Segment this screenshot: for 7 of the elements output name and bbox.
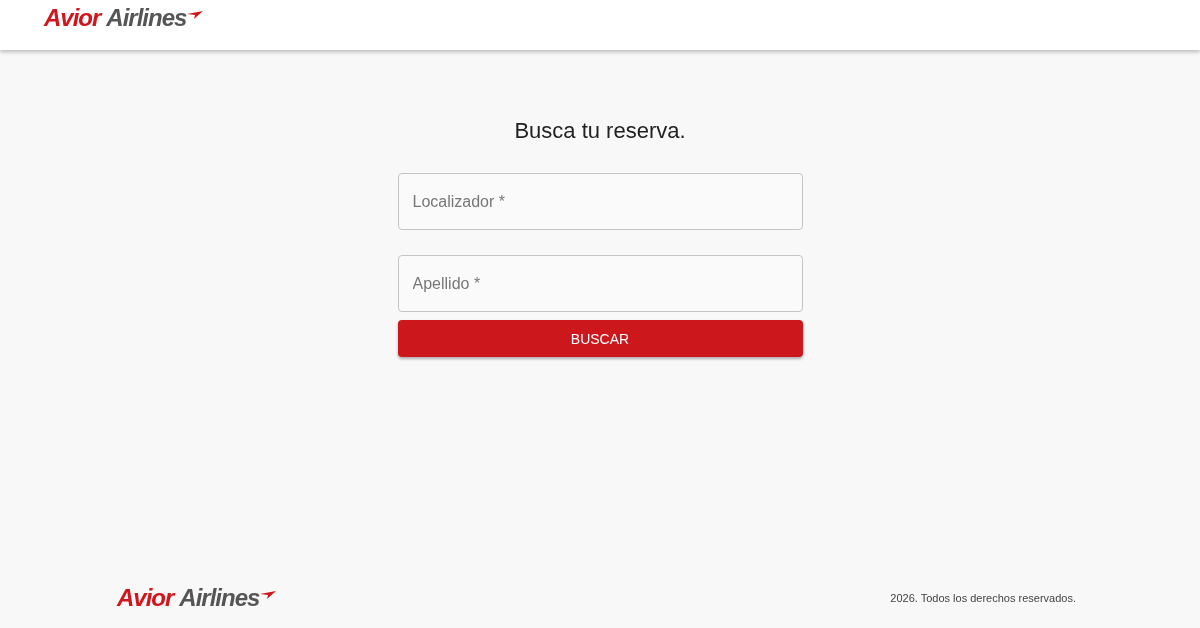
airline-logo: Avior Airlines xyxy=(117,586,277,610)
copyright-text: 2026. Todos los derechos reservados. xyxy=(890,592,1076,604)
airline-logo: Avior Airlines xyxy=(44,6,204,30)
input-field[interactable]: Localizador * xyxy=(397,173,803,230)
page-title: Busca tu reserva. xyxy=(514,118,686,144)
input-field[interactable]: Apellido * xyxy=(397,255,803,312)
search-button[interactable]: BUSCAR xyxy=(397,320,803,357)
